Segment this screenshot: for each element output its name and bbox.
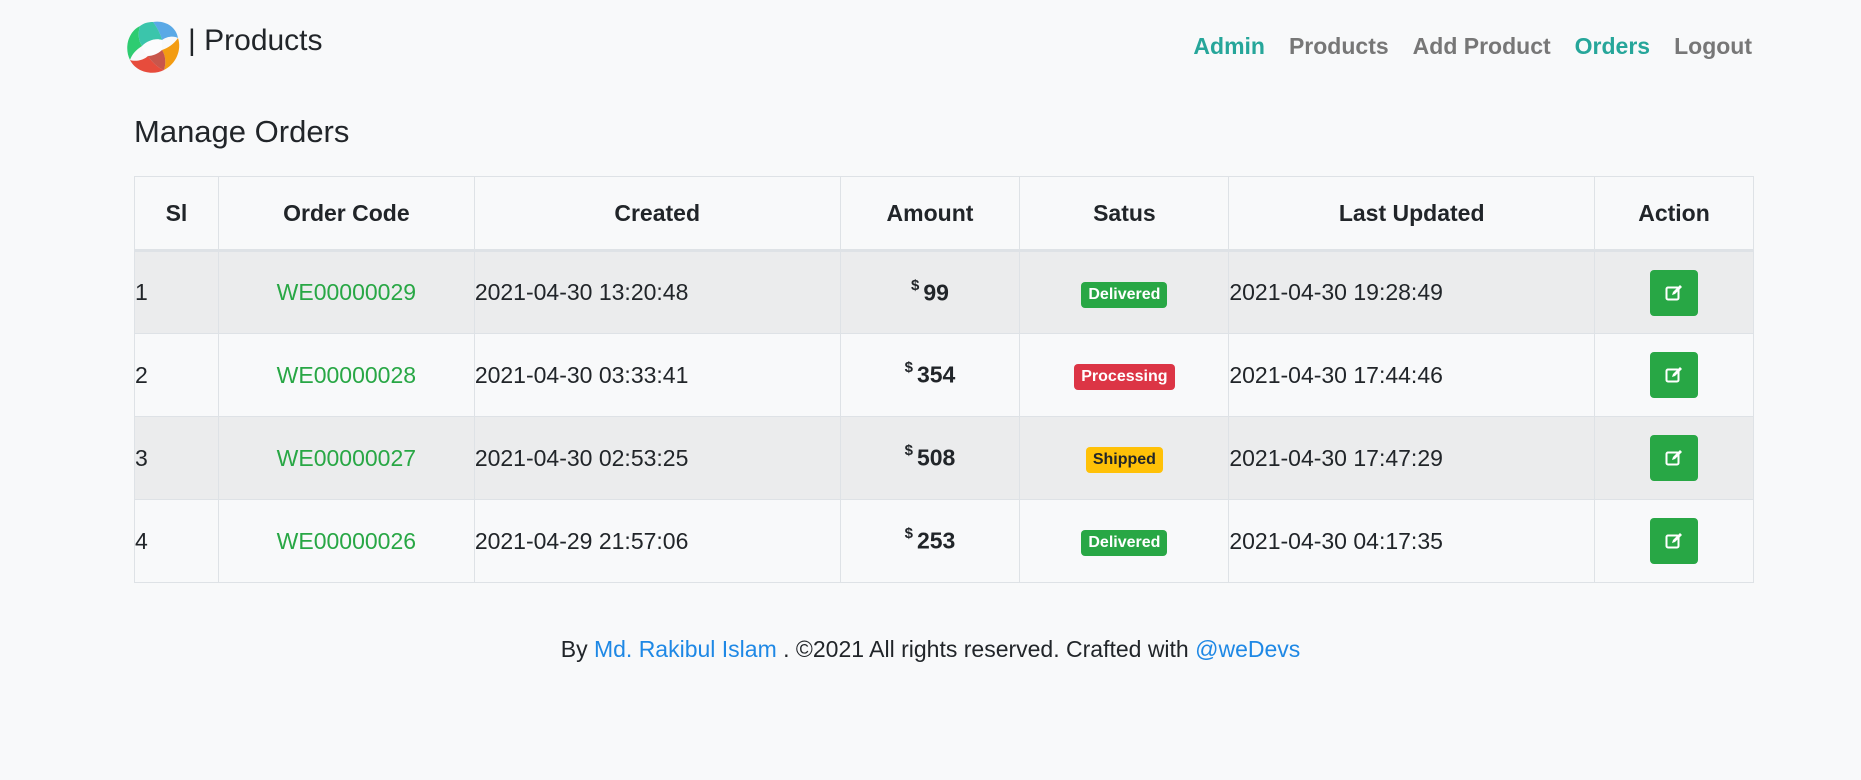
order-code-link[interactable]: WE00000027 bbox=[277, 445, 416, 471]
header-amount: Amount bbox=[839, 176, 1021, 252]
footer-copyright: . ©2021 All rights reserved. Crafted wit… bbox=[783, 636, 1189, 662]
edit-button[interactable] bbox=[1650, 269, 1699, 316]
nav-link-admin[interactable]: Admin bbox=[1193, 30, 1265, 62]
header-status: Satus bbox=[1019, 176, 1230, 252]
edit-icon bbox=[1665, 284, 1683, 300]
edit-icon bbox=[1665, 450, 1683, 466]
cell-created: 2021-04-30 13:20:48 bbox=[473, 250, 841, 334]
edit-button[interactable] bbox=[1650, 352, 1699, 398]
footer-prefix: By bbox=[560, 636, 588, 662]
amount-value: 354 bbox=[916, 361, 956, 388]
header-created: Created bbox=[473, 176, 841, 252]
header-sl: Sl bbox=[134, 176, 219, 252]
currency-symbol: $ bbox=[904, 442, 913, 460]
page-title: Manage Orders bbox=[134, 114, 350, 149]
cell-sl: 2 bbox=[134, 333, 219, 417]
cell-amount: $99 bbox=[839, 250, 1021, 334]
author-link[interactable]: Md. Rakibul Islam bbox=[594, 636, 777, 662]
cell-sl: 1 bbox=[134, 250, 219, 334]
cell-last-updated: 2021-04-30 19:28:49 bbox=[1228, 250, 1596, 334]
orders-table: Sl Order Code Created Amount Satus Last … bbox=[134, 176, 1754, 583]
cell-sl: 4 bbox=[134, 499, 219, 583]
cell-last-updated: 2021-04-30 04:17:35 bbox=[1228, 499, 1596, 583]
wedevs-link[interactable]: @weDevs bbox=[1195, 636, 1300, 662]
brand[interactable]: | Products bbox=[124, 18, 323, 74]
status-badge: Delivered bbox=[1081, 530, 1168, 556]
cell-amount: $253 bbox=[839, 499, 1021, 583]
order-code-link[interactable]: WE00000029 bbox=[277, 279, 416, 305]
table-row: 3 WE00000027 2021-04-30 02:53:25 $508 Sh… bbox=[134, 416, 1754, 500]
header-order-code: Order Code bbox=[217, 176, 475, 252]
app-logo-icon bbox=[127, 21, 180, 73]
cell-created: 2021-04-30 03:33:41 bbox=[473, 333, 841, 417]
cell-amount: $354 bbox=[839, 333, 1021, 417]
status-badge: Shipped bbox=[1085, 447, 1163, 473]
cell-created: 2021-04-30 02:53:25 bbox=[473, 416, 841, 500]
order-code-link[interactable]: WE00000026 bbox=[277, 528, 416, 554]
nav-menu: Admin Products Add Product Orders Logout bbox=[1169, 30, 1752, 62]
status-badge: Delivered bbox=[1081, 281, 1168, 308]
cell-last-updated: 2021-04-30 17:44:46 bbox=[1228, 333, 1596, 417]
order-code-link[interactable]: WE00000028 bbox=[277, 362, 416, 388]
edit-button[interactable] bbox=[1650, 435, 1699, 481]
table-row: 1 WE00000029 2021-04-30 13:20:48 $99 Del… bbox=[134, 250, 1754, 334]
brand-title: | Products bbox=[188, 24, 323, 57]
status-badge: Processing bbox=[1074, 364, 1175, 390]
footer: By Md. Rakibul Islam . ©2021 All rights … bbox=[0, 636, 1861, 663]
nav-link-add-product[interactable]: Add Product bbox=[1413, 30, 1551, 62]
currency-symbol: $ bbox=[904, 359, 913, 377]
nav-link-orders[interactable]: Orders bbox=[1575, 30, 1650, 62]
amount-value: 508 bbox=[916, 444, 956, 471]
table-header-row: Sl Order Code Created Amount Satus Last … bbox=[134, 176, 1754, 252]
edit-icon bbox=[1665, 367, 1683, 383]
table-row: 2 WE00000028 2021-04-30 03:33:41 $354 Pr… bbox=[134, 333, 1754, 417]
cell-amount: $508 bbox=[839, 416, 1021, 500]
table-row: 4 WE00000026 2021-04-29 21:57:06 $253 De… bbox=[134, 499, 1754, 583]
navbar: | Products Admin Products Add Product Or… bbox=[0, 0, 1861, 90]
currency-symbol: $ bbox=[904, 525, 913, 543]
header-last-updated: Last Updated bbox=[1228, 176, 1596, 252]
amount-value: 253 bbox=[916, 527, 956, 554]
currency-symbol: $ bbox=[911, 276, 920, 294]
cell-sl: 3 bbox=[134, 416, 219, 500]
cell-last-updated: 2021-04-30 17:47:29 bbox=[1228, 416, 1596, 500]
amount-value: 99 bbox=[923, 279, 949, 306]
edit-button[interactable] bbox=[1650, 518, 1699, 564]
edit-icon bbox=[1665, 533, 1683, 549]
nav-link-logout[interactable]: Logout bbox=[1674, 30, 1752, 62]
cell-created: 2021-04-29 21:57:06 bbox=[473, 499, 841, 583]
header-action: Action bbox=[1594, 176, 1754, 252]
nav-link-products[interactable]: Products bbox=[1289, 30, 1389, 62]
